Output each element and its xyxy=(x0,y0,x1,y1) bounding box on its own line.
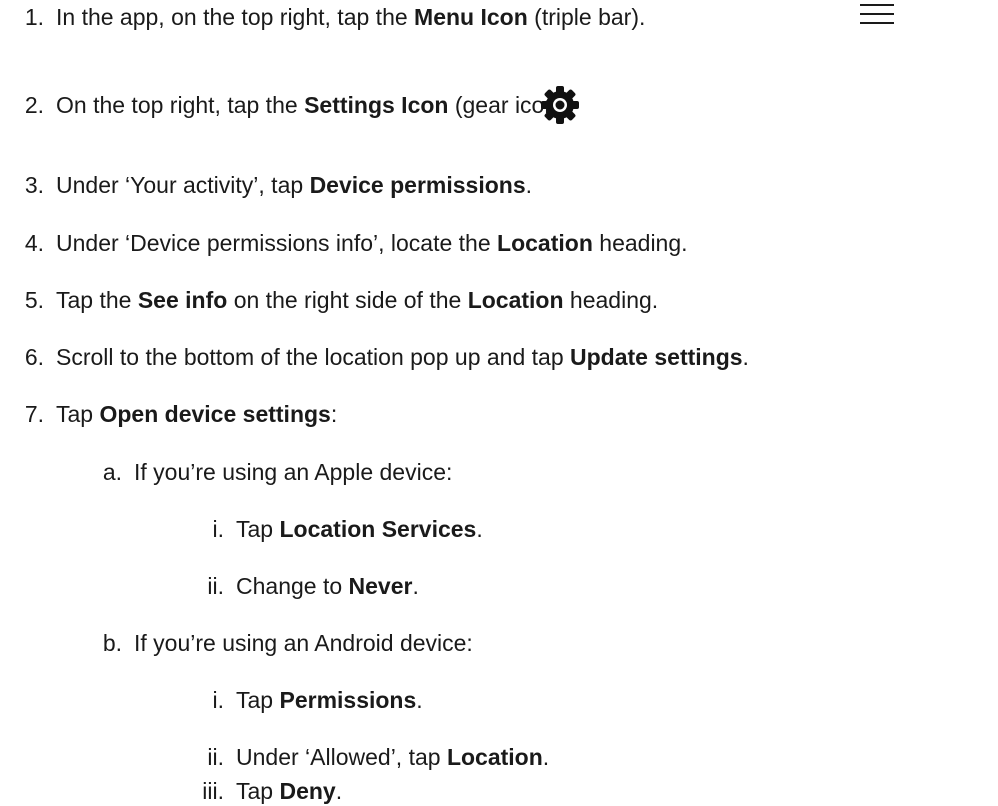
step-text: on the right side of the xyxy=(227,287,468,313)
substep-a-ii: ii. Change to Never. xyxy=(207,571,419,601)
step-2: 2. On the top right, tap the Settings Ic… xyxy=(25,90,571,120)
step-emphasis: Settings Icon xyxy=(304,92,449,118)
step-emphasis: Update settings xyxy=(570,344,743,370)
step-number: 5. xyxy=(24,287,44,313)
step-emphasis: Location xyxy=(497,230,593,256)
step-number: 7. xyxy=(24,401,44,427)
substep-roman: i. xyxy=(212,516,225,542)
substep-emphasis: Deny xyxy=(279,778,336,804)
step-text: : xyxy=(330,401,338,427)
substep-text: Change to xyxy=(236,573,349,599)
step-6: 6. Scroll to the bottom of the location … xyxy=(25,342,749,372)
substep-text: Tap xyxy=(236,516,280,542)
substep-emphasis: Permissions xyxy=(279,687,417,713)
step-number: 3. xyxy=(24,172,44,198)
step-text: . xyxy=(525,172,533,198)
substep-text: Tap xyxy=(236,687,280,713)
substep-emphasis: Location xyxy=(446,744,543,770)
step-text: Under ‘Device permissions info’, locate … xyxy=(56,230,498,256)
step-text: . xyxy=(742,344,749,370)
substep-text: Tap xyxy=(236,778,280,804)
gear-icon xyxy=(538,83,582,127)
step-number: 1. xyxy=(24,4,44,30)
step-4: 4. Under ‘Device permissions info’, loca… xyxy=(25,228,688,258)
step-number: 2. xyxy=(24,92,44,118)
step-5: 5. Tap the See info on the right side of… xyxy=(25,285,659,315)
step-text: Under ‘Your activity’, tap xyxy=(56,172,310,198)
substep-b-i: i. Tap Permissions. xyxy=(213,685,423,715)
step-emphasis: Location xyxy=(467,287,564,313)
substep-a: a. If you’re using an Apple device: xyxy=(103,457,453,487)
substep-letter: a. xyxy=(102,459,122,485)
substep-emphasis: Never xyxy=(348,573,413,599)
substep-b-ii: ii. Under ‘Allowed’, tap Location. xyxy=(207,742,550,772)
step-text: Tap the xyxy=(56,287,138,313)
step-3: 3. Under ‘Your activity’, tap Device per… xyxy=(25,170,533,200)
substep-roman: ii. xyxy=(207,744,224,770)
step-emphasis: Menu Icon xyxy=(414,4,528,30)
substep-text: . xyxy=(542,744,550,770)
substep-text: . xyxy=(412,573,419,599)
step-text: Tap xyxy=(56,401,100,427)
substep-text: Under ‘Allowed’, tap xyxy=(236,744,447,770)
substep-text: . xyxy=(335,778,343,804)
substep-b-iii: iii. Tap Deny. xyxy=(202,776,343,806)
step-text: (triple bar). xyxy=(527,4,646,30)
substep-a-i: i. Tap Location Services. xyxy=(213,514,483,544)
step-1: 1. In the app, on the top right, tap the… xyxy=(25,2,646,32)
step-emphasis: See info xyxy=(137,287,228,313)
substep-text: . xyxy=(416,687,423,713)
substep-roman: iii. xyxy=(202,778,224,804)
substep-text: . xyxy=(476,516,483,542)
step-emphasis: Open device settings xyxy=(99,401,331,427)
step-text: heading. xyxy=(563,287,659,313)
substep-text: If you’re using an Android device: xyxy=(134,630,473,656)
step-number: 4. xyxy=(24,230,44,256)
step-number: 6. xyxy=(24,344,44,370)
step-text: In the app, on the top right, tap the xyxy=(56,4,415,30)
menu-icon xyxy=(860,4,894,26)
substep-letter: b. xyxy=(102,630,122,656)
substep-b: b. If you’re using an Android device: xyxy=(103,628,473,658)
substep-roman: ii. xyxy=(207,573,224,599)
step-text: On the top right, tap the xyxy=(56,92,305,118)
step-7: 7. Tap Open device settings: xyxy=(25,399,338,429)
step-emphasis: Device permissions xyxy=(309,172,526,198)
substep-text: If you’re using an Apple device: xyxy=(134,459,453,485)
substep-roman: i. xyxy=(212,687,225,713)
substep-emphasis: Location Services xyxy=(279,516,477,542)
step-text: heading. xyxy=(592,230,688,256)
step-text: Scroll to the bottom of the location pop… xyxy=(56,344,571,370)
